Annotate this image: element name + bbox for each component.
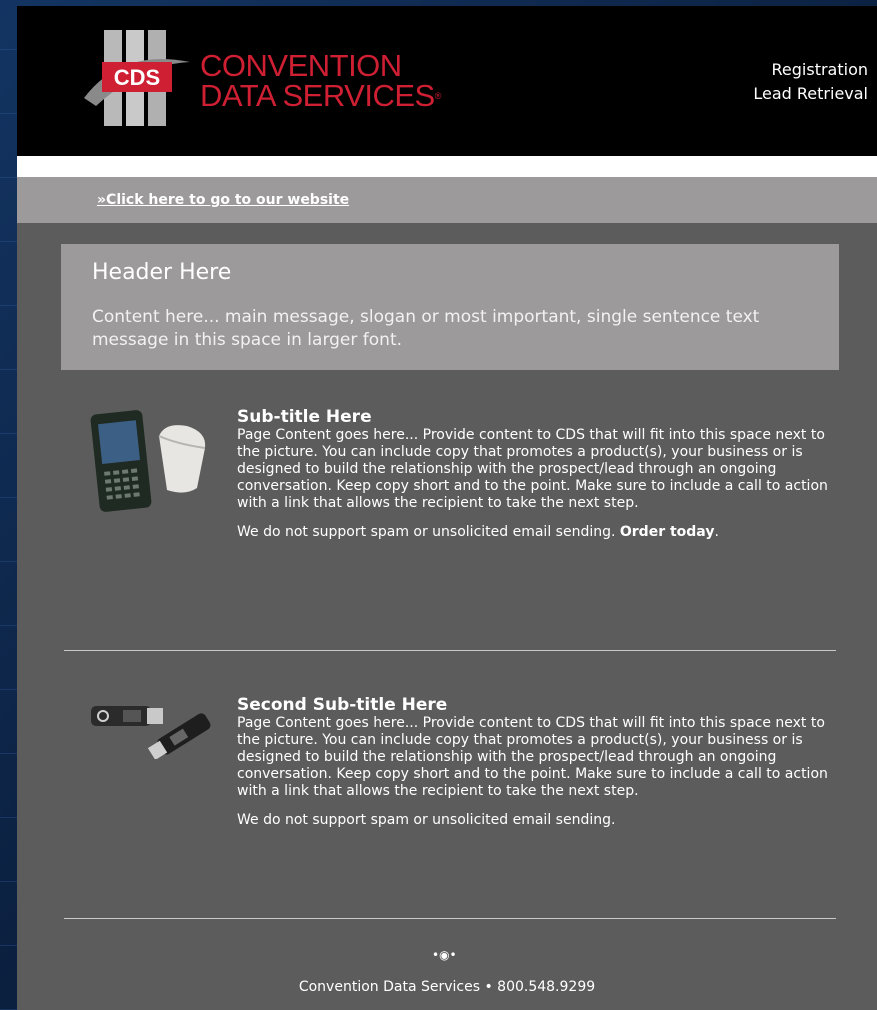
section-2-note: We do not support spam or unsolicited em… <box>237 812 616 828</box>
website-link-bar: »Click here to go to our website <box>17 177 877 223</box>
order-today-link[interactable]: Order today <box>620 524 715 540</box>
email-newsletter: CDS CONVENTION DATA SERVICES® Registrati… <box>17 6 877 1010</box>
section-2: Second Sub-title Here Page Content goes … <box>237 695 837 829</box>
section-2-body: Page Content goes here... Provide conten… <box>237 715 828 799</box>
logo-text: CDS <box>114 65 160 90</box>
brand-line-1: CONVENTION <box>200 48 402 83</box>
divider-1 <box>64 650 836 651</box>
lead-retrieval-link[interactable]: Lead Retrieval <box>753 82 868 106</box>
brand-line-2: DATA SERVICES <box>200 78 435 113</box>
hero-message: Content here... main message, slogan or … <box>92 307 760 350</box>
header-links: Registration Lead Retrieval <box>753 58 868 106</box>
footer-ornament-icon: •◉• <box>432 948 457 962</box>
section-1: Sub-title Here Page Content goes here...… <box>237 407 837 541</box>
hero-box: Header Here Content here... main message… <box>61 244 839 370</box>
footer-contact: Convention Data Services • 800.548.9299 <box>298 979 596 995</box>
section-2-subtitle: Second Sub-title Here <box>237 695 448 715</box>
email-header: CDS CONVENTION DATA SERVICES® Registrati… <box>17 6 877 156</box>
section-1-note-paragraph: We do not support spam or unsolicited em… <box>237 524 837 541</box>
section-1-cta-suffix: . <box>714 524 719 540</box>
cds-logo-icon: CDS <box>84 30 190 126</box>
section-1-subtitle: Sub-title Here <box>237 407 372 427</box>
section-1-note: We do not support spam or unsolicited em… <box>237 524 620 540</box>
brand-name: CONVENTION DATA SERVICES® <box>200 48 441 113</box>
hero-title: Header Here <box>92 260 232 285</box>
usb-drive-icon <box>91 706 211 759</box>
registration-link[interactable]: Registration <box>753 58 868 82</box>
website-link[interactable]: »Click here to go to our website <box>97 192 349 208</box>
divider-2 <box>64 918 836 919</box>
handheld-scanner-icon <box>90 410 206 512</box>
separator-bar <box>17 156 877 177</box>
section-1-body: Page Content goes here... Provide conten… <box>237 427 828 511</box>
